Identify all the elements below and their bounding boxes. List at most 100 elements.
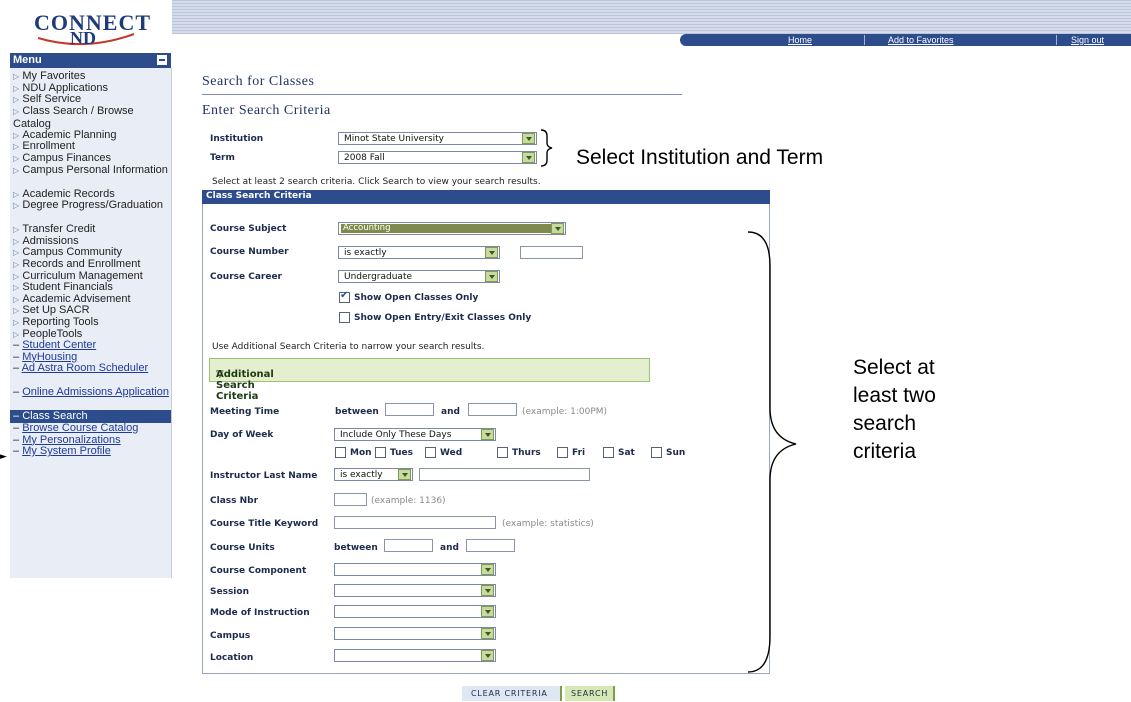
institution-select[interactable]: Minot State University: [338, 132, 537, 145]
bullet-dash-icon: –: [13, 386, 23, 399]
open-entry-checkbox[interactable]: [339, 312, 350, 323]
sidebar-item-label: PeopleTools: [22, 327, 83, 340]
dropdown-arrow-icon[interactable]: [481, 628, 494, 639]
mode-of-instruction-select[interactable]: [334, 605, 496, 618]
day-checkbox[interactable]: [425, 447, 436, 458]
course-component-select[interactable]: [334, 563, 496, 576]
open-classes-checkbox[interactable]: [339, 290, 350, 303]
day-checkbox-label: Thurs: [512, 448, 541, 458]
course-number-input[interactable]: [520, 246, 583, 259]
folder-triangle-icon: ▷: [13, 83, 22, 93]
sidebar-item[interactable]: – My Personalizations: [13, 434, 169, 446]
location-select[interactable]: [334, 649, 496, 662]
course-subject-label: Course Subject: [210, 224, 287, 234]
instructor-input[interactable]: [419, 468, 590, 481]
nav-separator: [1056, 35, 1057, 45]
folder-triangle-icon: ▷: [13, 165, 22, 175]
units-and-label: and: [440, 543, 459, 553]
sidebar-item-label: Ad Astra Room Scheduler: [21, 362, 149, 375]
sidebar-item[interactable]: – Ad Astra Room Scheduler: [13, 362, 169, 374]
bullet-dash-icon: –: [13, 410, 23, 423]
campus-select[interactable]: [334, 627, 496, 640]
folder-triangle-icon: ▷: [13, 283, 22, 293]
class-nbr-example: (example: 1136): [371, 496, 446, 506]
nav-add-favorites-link[interactable]: Add to Favorites: [888, 35, 954, 45]
sidebar-item[interactable]: ▷ Class Search / Browse Catalog: [13, 105, 169, 130]
day-checkbox[interactable]: [335, 447, 346, 458]
bullet-dash-icon: –: [13, 433, 23, 446]
sidebar-item[interactable]: ▷ Campus Personal Information: [13, 164, 169, 177]
title-keyword-input[interactable]: [334, 516, 496, 529]
location-label: Location: [210, 653, 254, 663]
dropdown-arrow-icon[interactable]: [481, 650, 494, 661]
dropdown-arrow-icon[interactable]: [398, 469, 411, 480]
day-checkbox[interactable]: [557, 447, 568, 458]
meeting-end-input[interactable]: [468, 403, 517, 416]
dropdown-arrow-icon[interactable]: [481, 564, 494, 575]
folder-triangle-icon: ▷: [13, 130, 22, 140]
sidebar-item-label: Self Service: [22, 93, 82, 106]
meeting-start-input[interactable]: [385, 403, 434, 416]
dropdown-arrow-icon[interactable]: [522, 133, 535, 144]
course-subject-value: Accounting: [341, 224, 551, 233]
units-min-input[interactable]: [384, 539, 433, 552]
sidebar-item[interactable]: – Browse Course Catalog: [13, 422, 169, 434]
folder-triangle-icon: ▷: [13, 106, 22, 116]
mode-of-instruction-label: Mode of Instruction: [210, 608, 310, 618]
large-brace-icon: [747, 231, 797, 673]
dropdown-arrow-icon[interactable]: [522, 152, 535, 163]
annotation-criteria-note: Select at least two search criteria: [853, 354, 936, 466]
title-keyword-label: Course Title Keyword: [210, 519, 319, 529]
logo-area: CONNECT ND: [0, 0, 172, 52]
nav-home-link[interactable]: Home: [788, 35, 812, 45]
course-number-operator-select[interactable]: is exactly: [338, 246, 500, 259]
term-select[interactable]: 2008 Fall: [338, 151, 537, 164]
course-subject-select[interactable]: Accounting: [338, 222, 566, 235]
day-checkbox[interactable]: [651, 447, 662, 458]
class-nbr-input[interactable]: [334, 493, 367, 506]
day-checkbox[interactable]: [603, 447, 614, 458]
day-of-week-value: Include Only These Days: [340, 430, 452, 440]
folder-triangle-icon: ▷: [13, 189, 22, 199]
sidebar-item[interactable]: – Student Center: [13, 339, 169, 351]
sidebar-item-label: My Favorites: [22, 70, 86, 82]
instructor-operator-select[interactable]: is exactly: [334, 468, 413, 481]
sidebar-item-label: Reporting Tools: [22, 316, 99, 328]
clear-criteria-button[interactable]: CLEAR CRITERIA: [462, 686, 562, 701]
dropdown-arrow-icon[interactable]: [485, 247, 498, 258]
sidebar-item[interactable]: ▷ Degree Progress/Graduation: [13, 199, 169, 212]
dropdown-arrow-icon[interactable]: [481, 585, 494, 596]
sidebar-item[interactable]: – MyHousing: [13, 351, 169, 363]
instructor-operator-value: is exactly: [340, 470, 383, 480]
dropdown-arrow-icon[interactable]: [481, 429, 494, 440]
dropdown-arrow-icon[interactable]: [481, 606, 494, 617]
session-select[interactable]: [334, 584, 496, 597]
dropdown-arrow-icon[interactable]: [551, 223, 564, 234]
sidebar-item[interactable]: – Online Admissions Application: [13, 386, 169, 398]
course-career-label: Course Career: [210, 272, 282, 282]
folder-triangle-icon: ▷: [13, 72, 22, 81]
sidebar-item-label: Transfer Credit: [22, 223, 96, 236]
nav-sign-out-link[interactable]: Sign out: [1071, 35, 1104, 45]
day-checkbox[interactable]: [497, 447, 508, 458]
dropdown-arrow-icon[interactable]: [485, 271, 498, 282]
term-label: Term: [210, 153, 235, 163]
page-subtitle: Enter Search Criteria: [202, 103, 331, 118]
additional-criteria-toggle[interactable]: ▽ Additional Search Criteria: [209, 358, 650, 402]
menu-collapse-icon[interactable]: [157, 55, 167, 65]
folder-triangle-icon: ▷: [13, 154, 22, 163]
day-checkbox[interactable]: [375, 447, 386, 458]
search-button[interactable]: SEARCH: [565, 686, 615, 701]
sidebar-item-label: Curriculum Management: [22, 269, 143, 282]
units-max-input[interactable]: [466, 539, 515, 552]
day-of-week-select[interactable]: Include Only These Days: [334, 428, 496, 441]
folder-triangle-icon: ▷: [13, 271, 22, 281]
term-value: 2008 Fall: [344, 153, 385, 163]
bullet-dash-icon: –: [13, 362, 22, 375]
sidebar-item[interactable]: – My System Profile: [13, 445, 169, 457]
course-career-select[interactable]: Undergraduate: [338, 270, 500, 283]
header-banner: [172, 0, 1131, 34]
institution-value: Minot State University: [344, 134, 444, 144]
sidebar-item-label: Online Admissions Application: [22, 386, 169, 399]
annotation-line: search: [853, 412, 917, 435]
